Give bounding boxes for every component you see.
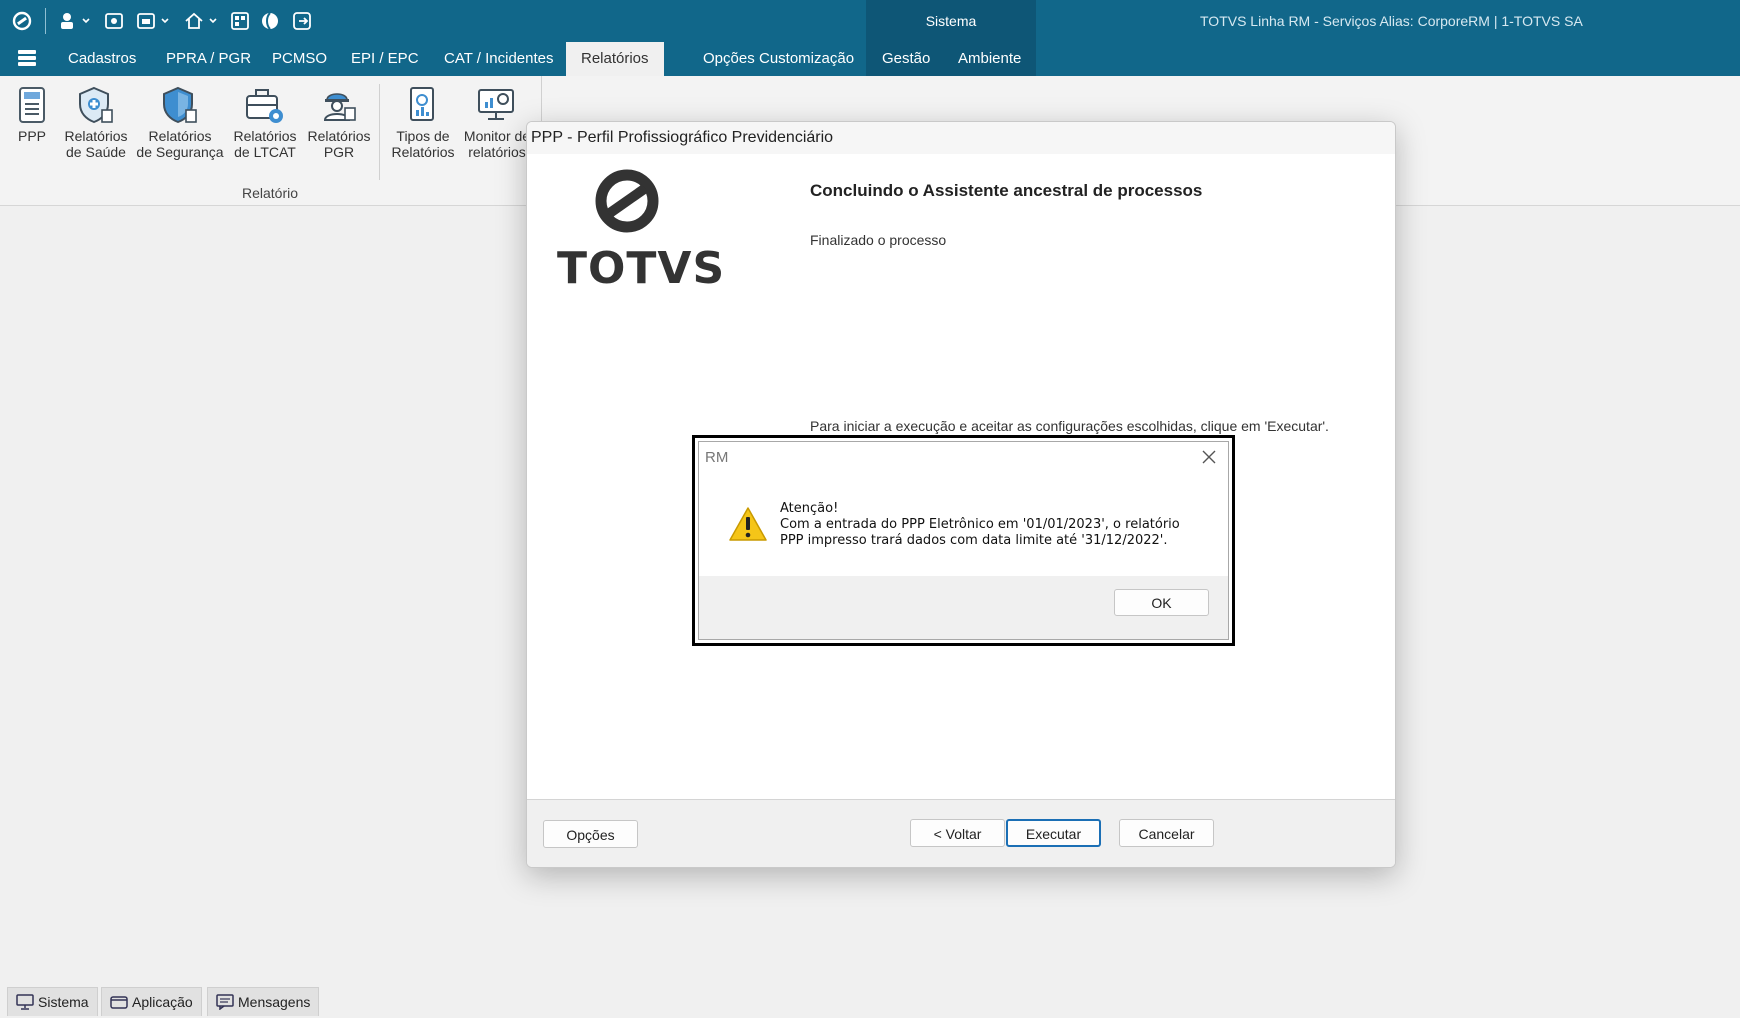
wizard-title: PPP - Perfil Profissiográfico Previdenci… (531, 129, 834, 146)
sistema-section-label: Sistema (925, 13, 977, 29)
totvs-logo: TOTVS (557, 167, 724, 294)
ribbon-tipos-label-1: Tipos de (396, 128, 450, 144)
alert-message: Atenção! Com a entrada do PPP Eletrônico… (780, 501, 1180, 548)
ribbon-ppp-button[interactable]: PPP (14, 86, 50, 144)
ribbon-pgr-label-1: Relatórios (307, 128, 371, 144)
main-menu-icon[interactable] (18, 50, 36, 68)
ribbon-pgr-label-2: PGR (323, 144, 355, 160)
ok-button[interactable]: OK (1114, 589, 1209, 616)
pgr-worker-icon (323, 93, 356, 121)
wizard-subheading: Finalizado o processo (810, 232, 947, 248)
menu-epi-epc[interactable]: EPI / EPC (335, 42, 435, 76)
menu-relatorios[interactable]: Relatórios (566, 42, 664, 76)
menu-cat-incidentes[interactable]: CAT / Incidentes (428, 42, 570, 76)
ribbon-group-label: Relatório (241, 185, 299, 201)
execute-button[interactable]: Executar (1006, 819, 1101, 847)
totvs-logo-icon (595, 169, 659, 233)
ribbon-saude-label-2: de Saúde (66, 144, 126, 160)
messages-icon (216, 994, 234, 1010)
statusbar-aplicacao-label: Aplicação (132, 993, 193, 1010)
ribbon-monitor-label-2: relatórios (468, 144, 526, 160)
ribbon-monitor-relatorios-button[interactable]: Monitor de relatórios (462, 86, 532, 160)
alert-dialog-highlight: RM Atenção! Com a entrada do PPP Eletrôn… (692, 435, 1235, 646)
menu-cadastros[interactable]: Cadastros (52, 42, 152, 76)
alert-title: RM (705, 449, 729, 466)
alert-dialog: RM Atenção! Com a entrada do PPP Eletrôn… (698, 441, 1229, 640)
title-bar: Sistema TOTVS Linha RM - Serviços Alias:… (0, 0, 1740, 76)
quick-access-divider (45, 8, 46, 34)
window-dropdown-icon[interactable] (136, 10, 172, 32)
ppp-document-icon (19, 87, 45, 123)
globe-icon[interactable] (260, 10, 280, 32)
alert-footer: OK (699, 576, 1228, 639)
statusbar-sistema-label: Sistema (38, 993, 89, 1010)
ltcat-briefcase-icon (246, 89, 283, 123)
statusbar-tab-sistema[interactable]: Sistema (7, 987, 98, 1016)
ribbon-ltcat-label-2: de LTCAT (234, 144, 296, 160)
ribbon-relatorios-ltcat-button[interactable]: Relatórios de LTCAT (230, 86, 300, 160)
ribbon-tipos-relatorios-button[interactable]: Tipos de Relatórios (388, 86, 458, 160)
users-dropdown-icon[interactable] (58, 10, 92, 32)
ribbon-tipos-label-2: Relatórios (391, 144, 455, 160)
back-button[interactable]: < Voltar (910, 819, 1005, 847)
menu-ambiente[interactable]: Ambiente (942, 42, 1036, 76)
menu-pcmso[interactable]: PCMSO (256, 42, 343, 76)
totvs-logo-text: TOTVS (557, 243, 726, 294)
ribbon-relatorios-saude-button[interactable]: Relatórios de Saúde (60, 86, 132, 160)
options-button[interactable]: Opções (543, 820, 638, 848)
app-title: TOTVS Linha RM - Serviços Alias: Corpore… (1200, 13, 1583, 29)
menu-gestao[interactable]: Gestão (866, 42, 947, 76)
ribbon-ltcat-label-1: Relatórios (233, 128, 297, 144)
wizard-heading: Concluindo o Assistente ancestral de pro… (810, 181, 1203, 200)
warning-icon (729, 507, 767, 541)
wizard-footer: Opções < Voltar Executar Cancelar (527, 799, 1395, 867)
alert-body: Atenção! Com a entrada do PPP Eletrônico… (699, 476, 1228, 576)
ribbon-divider (379, 84, 380, 180)
ribbon-saude-label-1: Relatórios (64, 128, 128, 144)
wizard-execute-hint: Para iniciar a execução e aceitar as con… (810, 418, 1329, 434)
ribbon-relatorios-seguranca-button[interactable]: Relatórios de Segurança (136, 86, 224, 160)
totvs-app-icon[interactable] (12, 10, 32, 32)
security-shield-icon (163, 86, 197, 124)
monitor-icon (16, 994, 34, 1010)
home-dropdown-icon[interactable] (184, 10, 220, 32)
statusbar-mensagens-label: Mensagens (238, 993, 311, 1010)
ribbon-monitor-label-1: Monitor de (463, 128, 531, 144)
preview-icon[interactable] (104, 10, 124, 32)
ribbon-relatorios-pgr-button[interactable]: Relatórios PGR (304, 86, 374, 160)
ribbon-seguranca-label-1: Relatórios (148, 128, 212, 144)
health-shield-icon (79, 86, 113, 124)
exit-icon[interactable] (292, 10, 312, 32)
ribbon-ppp-label: PPP (17, 128, 46, 144)
application-icon (110, 996, 128, 1009)
menu-customizacao[interactable]: Customização (743, 42, 870, 76)
wizard-titlebar: PPP - Perfil Profissiográfico Previdenci… (527, 122, 1395, 154)
statusbar-tab-mensagens[interactable]: Mensagens (207, 987, 320, 1016)
statusbar-tab-aplicacao[interactable]: Aplicação (101, 987, 202, 1016)
cancel-button[interactable]: Cancelar (1119, 819, 1214, 847)
report-monitor-icon (478, 89, 514, 120)
close-icon[interactable] (1198, 446, 1220, 468)
dashboard-icon[interactable] (230, 10, 250, 32)
ribbon-seguranca-label-2: de Segurança (136, 144, 224, 160)
report-types-icon (410, 87, 434, 121)
menu-ppra-pgr[interactable]: PPRA / PGR (150, 42, 267, 76)
